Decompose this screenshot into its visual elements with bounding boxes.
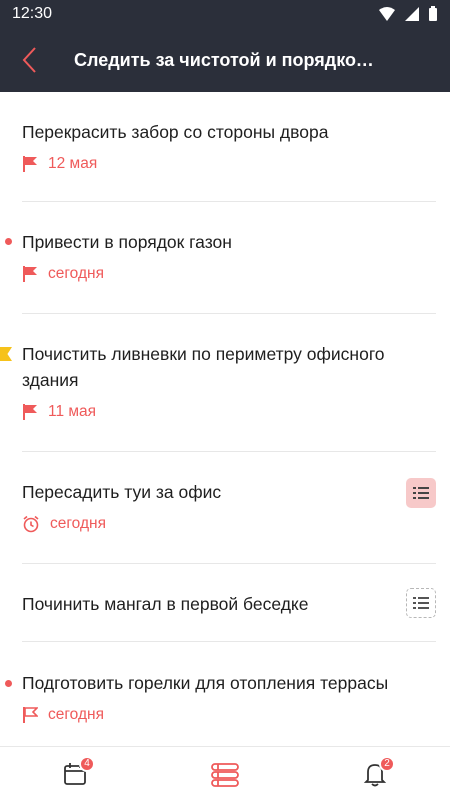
task-title: Починить мангал в первой беседке: [22, 594, 309, 614]
calendar-badge: 4: [79, 755, 95, 772]
task-meta: 12 мая: [22, 155, 436, 173]
flag-icon: [23, 404, 37, 420]
unread-indicator: [5, 680, 12, 687]
page-title: Следить за чистотой и порядком...: [74, 49, 384, 70]
status-time: 12:30: [12, 5, 53, 22]
flag-outline-icon: [23, 707, 38, 723]
task-date: 11 мая: [48, 403, 97, 420]
task-list[interactable]: Перекрасить забор со стороны двора 12 ма…: [0, 92, 450, 746]
task-title: Перекрасить забор со стороны двора: [22, 122, 329, 142]
checklist-button[interactable]: [406, 478, 436, 508]
list-item[interactable]: Подготовить горелки для отопления террас…: [5, 642, 436, 746]
task-meta: сегодня: [22, 515, 436, 533]
tasks-tab[interactable]: [195, 754, 255, 794]
task-date: 12 мая: [48, 155, 98, 172]
bookmark-icon: [0, 347, 12, 361]
chevron-left-icon: [22, 47, 36, 73]
back-button[interactable]: [0, 28, 60, 92]
task-meta: 11 мая: [22, 403, 436, 421]
checklist-icon: [413, 487, 429, 499]
task-title: Почистить ливневки по периметру офисного…: [22, 344, 385, 390]
flag-icon: [23, 266, 37, 282]
list-item[interactable]: Починить мангал в первой беседке: [22, 564, 436, 642]
notifications-badge: 2: [379, 755, 395, 772]
notifications-tab[interactable]: 2: [345, 754, 405, 794]
task-meta: сегодня: [22, 265, 436, 283]
checklist-icon: [413, 597, 429, 609]
app-bar: Следить за чистотой и порядком...: [0, 28, 450, 92]
task-meta: сегодня: [22, 706, 436, 724]
task-title: Подготовить горелки для отопления террас…: [22, 673, 389, 693]
bottom-navigation: 4 2: [0, 746, 450, 800]
task-title: Привести в порядок газон: [22, 232, 232, 252]
list-item[interactable]: Привести в порядок газон сегодня: [5, 202, 436, 314]
flag-icon: [23, 156, 37, 172]
calendar-tab[interactable]: 4: [45, 754, 105, 794]
task-date: сегодня: [50, 515, 106, 532]
list-item[interactable]: Почистить ливневки по периметру офисного…: [0, 314, 436, 452]
signal-icon: [405, 7, 419, 21]
list-item[interactable]: Пересадить туи за офис сегодня: [22, 452, 436, 564]
list-item[interactable]: Перекрасить забор со стороны двора 12 ма…: [22, 92, 436, 202]
status-bar: 12:30: [0, 0, 450, 28]
battery-icon: [429, 6, 437, 21]
status-icons: [378, 6, 438, 22]
task-date: сегодня: [48, 706, 104, 723]
task-list-icon: [211, 762, 239, 787]
wifi-icon: [379, 7, 395, 21]
task-title: Пересадить туи за офис: [22, 482, 222, 502]
task-date: сегодня: [48, 265, 104, 282]
checklist-button[interactable]: [406, 588, 436, 618]
unread-indicator: [5, 238, 12, 245]
alarm-icon: [23, 515, 39, 533]
